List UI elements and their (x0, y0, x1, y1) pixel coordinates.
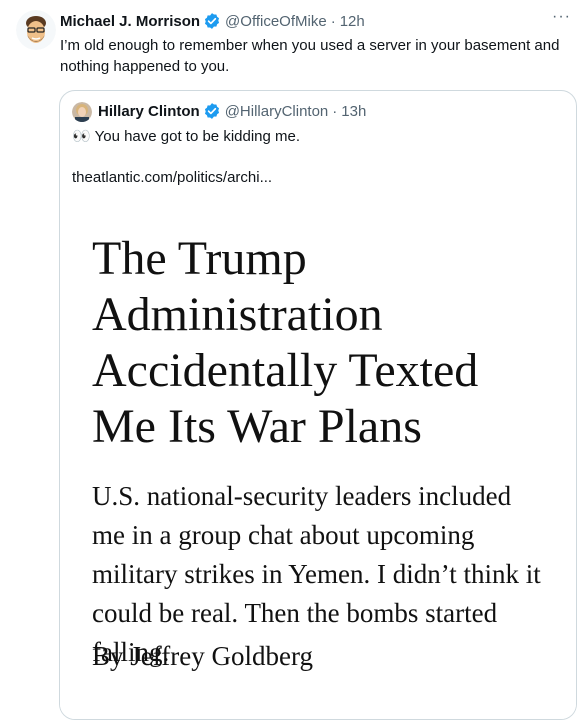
tweet-header: Michael J. Morrison @OfficeOfMike · 12h (60, 12, 365, 30)
article-card-image[interactable]: The Trump Administration Accidentally Te… (60, 203, 576, 719)
author-handle[interactable]: @OfficeOfMike (225, 13, 327, 30)
more-options-icon[interactable]: ··· (552, 8, 571, 26)
article-link[interactable]: theatlantic.com/politics/archi... (72, 169, 272, 186)
verified-badge-icon (203, 12, 221, 30)
verified-badge-icon (203, 102, 221, 120)
quoted-tweet-text: 👀 You have got to be kidding me. (72, 127, 300, 147)
quoted-author-name[interactable]: Hillary Clinton (98, 103, 200, 120)
article-byline: By Jeffrey Goldberg (92, 641, 313, 671)
quoted-author-handle[interactable]: @HillaryClinton (225, 103, 329, 120)
quoted-tweet-body: You have got to be kidding me. (94, 128, 301, 145)
tweet-time[interactable]: 12h (340, 13, 365, 30)
author-name[interactable]: Michael J. Morrison (60, 13, 200, 30)
quoted-tweet-header: Hillary Clinton @HillaryClinton · 13h (98, 102, 366, 120)
meta-separator: · (330, 12, 336, 30)
eyes-emoji-icon: 👀 (72, 128, 91, 145)
quoted-tweet-time[interactable]: 13h (341, 103, 366, 120)
quoted-tweet[interactable]: Hillary Clinton @HillaryClinton · 13h 👀 … (59, 90, 577, 720)
meta-separator: · (332, 102, 338, 120)
tweet-text: I’m old enough to remember when you used… (60, 37, 560, 75)
quoted-author-avatar[interactable] (72, 102, 92, 122)
article-headline: The Trump Administration Accidentally Te… (92, 232, 479, 453)
author-avatar[interactable] (16, 10, 56, 50)
